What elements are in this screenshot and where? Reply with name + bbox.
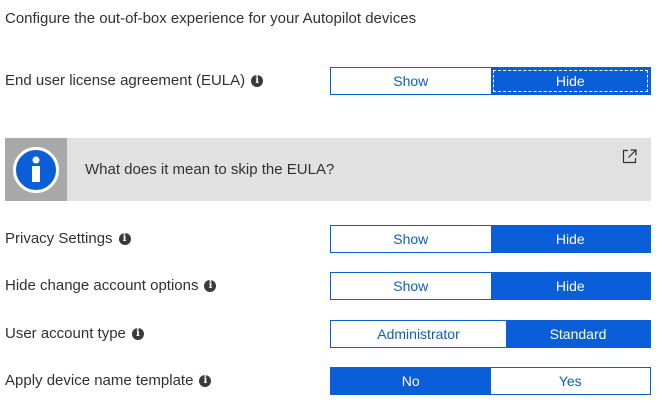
account-type-toggle[interactable]: Administrator Standard [330,320,651,348]
change-account-hide-option[interactable]: Hide [490,273,650,299]
privacy-setting-row: Privacy Settings i Show Hide [0,225,661,253]
device-name-info-icon[interactable]: i [199,374,212,387]
change-account-toggle[interactable]: Show Hide [330,272,651,300]
device-name-setting-row: Apply device name template i No Yes [0,367,661,395]
device-name-label: Apply device name template [5,372,194,389]
privacy-hide-option[interactable]: Hide [490,226,650,252]
device-name-no-option[interactable]: No [331,368,491,394]
eula-info-icon[interactable]: i [251,74,264,87]
device-name-toggle[interactable]: No Yes [330,367,651,395]
eula-setting-row: End user license agreement (EULA) i Show… [0,67,661,95]
eula-info-banner: What does it mean to skip the EULA? [5,138,651,201]
change-account-label: Hide change account options [5,277,199,294]
change-account-setting-row: Hide change account options i Show Hide [0,272,661,300]
account-type-label: User account type [5,325,126,342]
info-icon [13,146,59,193]
eula-label: End user license agreement (EULA) [5,72,246,89]
privacy-toggle[interactable]: Show Hide [330,225,651,253]
account-type-standard-option[interactable]: Standard [506,321,650,347]
eula-hide-option[interactable]: Hide [490,68,650,94]
eula-show-option[interactable]: Show [331,68,491,94]
account-type-administrator-option[interactable]: Administrator [331,321,506,347]
device-name-yes-option[interactable]: Yes [490,368,650,394]
external-link-icon[interactable] [622,149,637,164]
heading: Configure the out-of-box experience for … [5,10,417,27]
account-type-setting-row: User account type i Administrator Standa… [0,320,661,348]
privacy-label: Privacy Settings [5,230,113,247]
skip-eula-link[interactable]: What does it mean to skip the EULA? [85,161,334,178]
eula-toggle[interactable]: Show Hide [330,67,651,95]
account-type-info-icon[interactable]: i [131,327,144,340]
privacy-info-icon[interactable]: i [118,232,131,245]
change-account-info-icon[interactable]: i [204,279,217,292]
change-account-show-option[interactable]: Show [331,273,491,299]
privacy-show-option[interactable]: Show [331,226,491,252]
